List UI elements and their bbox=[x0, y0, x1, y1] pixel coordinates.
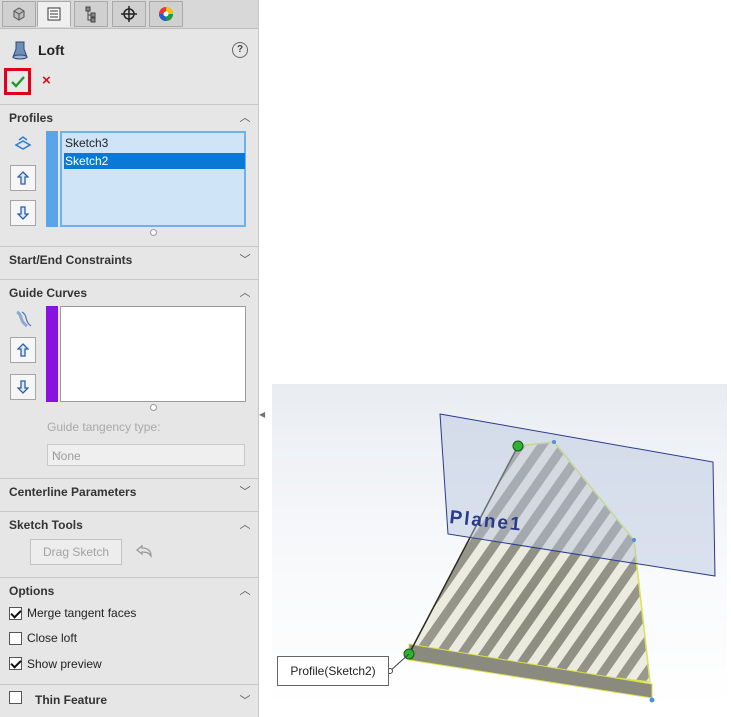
profiles-section-header[interactable]: Profiles ︿ bbox=[0, 104, 258, 129]
chevron-down-icon: ﹀ bbox=[52, 452, 62, 463]
help-icon[interactable]: ? bbox=[232, 42, 248, 58]
profiles-color-swatch bbox=[46, 131, 58, 227]
arrow-up-icon bbox=[17, 171, 29, 185]
chevron-up-icon[interactable]: ︿ bbox=[238, 284, 252, 299]
feature-manager-tab[interactable] bbox=[2, 1, 36, 27]
merge-tangent-faces-label: Merge tangent faces bbox=[27, 606, 137, 620]
thin-feature-header[interactable]: Thin Feature ﹀ bbox=[0, 684, 258, 715]
list-item[interactable]: Sketch2 bbox=[64, 153, 245, 169]
start-end-constraints-header[interactable]: Start/End Constraints ﹀ bbox=[0, 246, 258, 271]
callout-leader bbox=[389, 653, 410, 672]
chevron-down-icon[interactable]: ﹀ bbox=[238, 483, 252, 498]
loft-icon bbox=[12, 41, 28, 60]
arrow-down-icon bbox=[17, 380, 29, 394]
close-loft-label: Close loft bbox=[27, 631, 78, 645]
checkmark-icon bbox=[10, 75, 25, 88]
drag-sketch-button[interactable]: Drag Sketch bbox=[30, 539, 122, 565]
undo-drag-icon[interactable] bbox=[134, 542, 154, 560]
move-up-button[interactable] bbox=[10, 165, 36, 191]
display-manager-tab[interactable] bbox=[149, 1, 183, 27]
chevron-up-icon[interactable]: ︿ bbox=[238, 582, 252, 597]
guide-curves-list[interactable] bbox=[60, 306, 246, 402]
property-manager-tab[interactable] bbox=[37, 1, 71, 27]
configuration-manager-tab[interactable] bbox=[74, 1, 108, 27]
ok-button[interactable] bbox=[4, 68, 31, 95]
display-manager-icon bbox=[159, 7, 173, 21]
options-label: Options bbox=[9, 584, 55, 598]
manager-tabs bbox=[0, 0, 258, 29]
merge-tangent-faces-checkbox[interactable] bbox=[9, 607, 22, 620]
cancel-button[interactable]: × bbox=[42, 72, 51, 89]
vertex-point bbox=[552, 440, 556, 444]
centerline-parameters-label: Centerline Parameters bbox=[9, 485, 137, 499]
move-down-button[interactable] bbox=[10, 200, 36, 226]
panel-collapse-handle[interactable]: ◀ bbox=[259, 410, 265, 422]
configuration-manager-icon bbox=[85, 6, 96, 23]
centerline-parameters-header[interactable]: Centerline Parameters ﹀ bbox=[0, 478, 258, 503]
guide-curves-header[interactable]: Guide Curves ︿ bbox=[0, 279, 258, 304]
profiles-section-label: Profiles bbox=[9, 111, 54, 125]
profiles-resize-handle[interactable] bbox=[150, 229, 157, 236]
chevron-down-icon[interactable]: ﹀ bbox=[238, 251, 252, 266]
vertex-point bbox=[632, 538, 636, 542]
arrow-up-icon bbox=[17, 343, 29, 357]
profile-selection-icon bbox=[14, 136, 32, 150]
feature-title-row: Loft ? bbox=[8, 40, 252, 62]
guide-tangency-label: Guide tangency type: bbox=[47, 420, 161, 434]
thin-feature-checkbox[interactable] bbox=[9, 691, 22, 704]
options-header[interactable]: Options ︿ bbox=[0, 577, 258, 602]
profiles-list[interactable]: Sketch3 Sketch2 bbox=[60, 131, 246, 227]
close-loft-checkbox[interactable] bbox=[9, 632, 22, 645]
sketch-tools-label: Sketch Tools bbox=[9, 518, 83, 532]
show-preview-label: Show preview bbox=[27, 657, 102, 671]
connector-point[interactable] bbox=[512, 440, 524, 452]
guide-move-up-button[interactable] bbox=[10, 337, 36, 363]
guide-curve-icon bbox=[16, 310, 32, 328]
guide-tangency-select[interactable]: None ﹀ bbox=[47, 444, 245, 466]
list-item[interactable]: Sketch3 bbox=[64, 135, 245, 151]
feature-title: Loft bbox=[38, 42, 65, 58]
guide-curves-label: Guide Curves bbox=[9, 286, 88, 300]
profile-callout[interactable]: Profile(Sketch2) bbox=[277, 656, 389, 686]
chevron-up-icon[interactable]: ︿ bbox=[238, 516, 252, 531]
dimxpert-tab[interactable] bbox=[112, 1, 146, 27]
feature-manager-icon bbox=[13, 7, 25, 21]
vertex-point bbox=[649, 697, 655, 703]
guide-curves-color-swatch bbox=[46, 306, 58, 402]
property-manager: Loft ? × Profiles ︿ Sketch3 Sketch2 Star… bbox=[0, 0, 259, 717]
dimxpert-icon bbox=[121, 6, 137, 22]
sketch-tools-header[interactable]: Sketch Tools ︿ bbox=[0, 511, 258, 536]
chevron-down-icon[interactable]: ﹀ bbox=[238, 692, 252, 707]
guide-curves-resize-handle[interactable] bbox=[150, 404, 157, 411]
show-preview-checkbox[interactable] bbox=[9, 657, 22, 670]
arrow-down-icon bbox=[17, 206, 29, 220]
property-manager-icon bbox=[47, 7, 61, 21]
guide-move-down-button[interactable] bbox=[10, 374, 36, 400]
start-end-constraints-label: Start/End Constraints bbox=[9, 253, 133, 267]
thin-feature-label: Thin Feature bbox=[35, 693, 108, 707]
chevron-up-icon[interactable]: ︿ bbox=[238, 109, 252, 124]
